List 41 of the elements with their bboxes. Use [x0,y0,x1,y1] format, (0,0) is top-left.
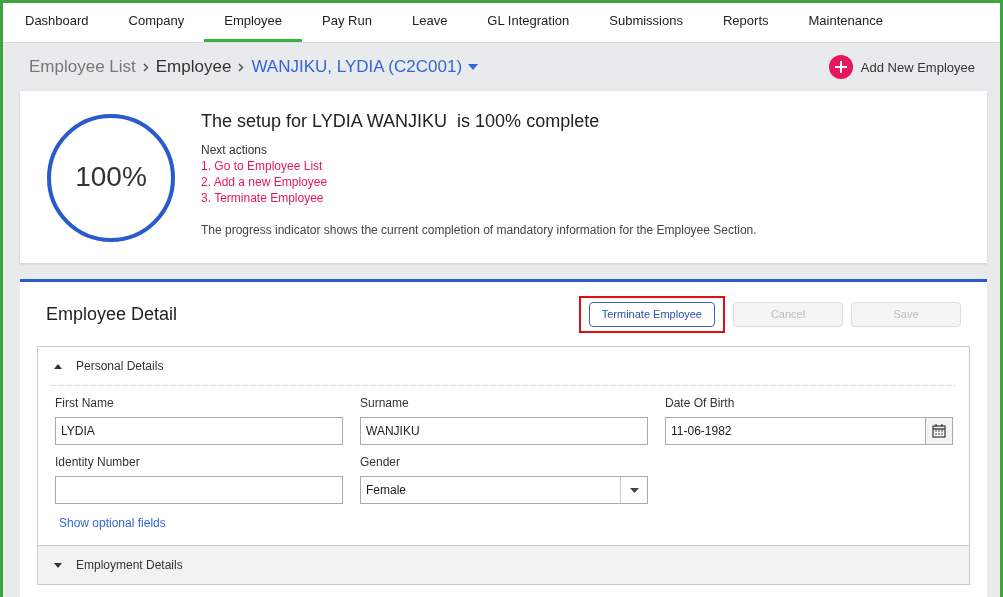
chevron-icon [238,62,245,72]
nav-tab[interactable]: Employee [204,3,303,42]
field-label: First Name [55,396,115,410]
action-link[interactable]: 1. Go to Employee List [201,158,323,174]
field-label: Identity Number [55,455,141,469]
breadcrumb-text: Employee [155,57,232,77]
plus-icon [828,55,853,79]
input-field[interactable]: WANJIKU [360,417,648,445]
section-header[interactable]: Employment Details [38,545,969,584]
caret-icon[interactable] [468,64,479,70]
calendar-icon[interactable] [925,418,952,444]
action-link[interactable]: 2. Add a new Employee [201,174,328,190]
breadcrumb-link[interactable]: Employee List [29,57,136,77]
nav-tab[interactable]: Maintenance [788,3,903,42]
field-label: Surname [360,396,410,410]
expand-triangle-icon[interactable] [54,562,62,568]
setup-title: The setup for LYDIA WANJIKU is 100% complete [201,111,600,132]
date-field[interactable]: 11-06-1982 [665,417,953,445]
progress-reading: 100% [74,161,148,193]
field-label: Gender [360,455,402,469]
nav-tab[interactable]: Leave [391,3,468,42]
field-label: Date Of Birth [665,396,736,410]
nav-tab[interactable]: Dashboard [25,3,109,42]
nav-tab[interactable]: GL Integration [467,3,590,42]
select-field[interactable]: Female [360,476,648,504]
add-employee-button[interactable]: Add New Employee [828,55,975,79]
collapse-triangle-icon[interactable] [54,363,62,369]
chevron-icon [142,62,149,72]
action-button[interactable]: Terminate Employee [588,301,715,327]
optional-fields-link[interactable]: Show optional fields [59,516,166,530]
employee-selector[interactable]: WANJIKU, LYDIA (C2C001) [251,57,463,77]
nav-tab[interactable]: Reports [702,3,789,42]
nav-tab[interactable]: Company [108,3,205,42]
action-link[interactable]: 3. Terminate Employee [201,190,324,206]
nav-tab[interactable]: Submissions [589,3,703,42]
progress-note: The progress indicator shows the current completion of mandatory information for the Employee Section. [201,223,757,237]
detail-title: Employee Detail [46,303,178,325]
next-actions-label: Next actions [201,142,268,158]
input-field[interactable] [55,476,343,504]
nav-tab[interactable]: Pay Run [302,3,392,42]
input-field[interactable]: LYDIA [55,417,343,445]
